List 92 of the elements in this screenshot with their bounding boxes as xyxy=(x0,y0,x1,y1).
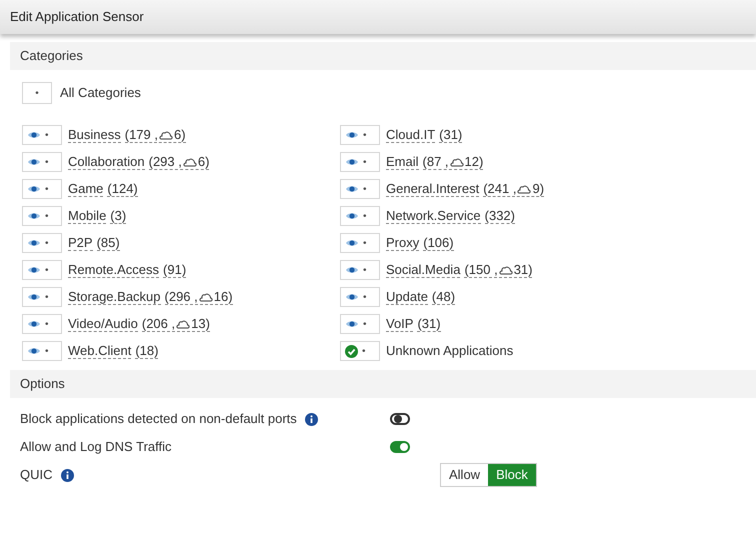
dropdown-marker: • xyxy=(362,344,366,358)
action-dropdown[interactable]: • xyxy=(22,314,62,334)
eye-icon xyxy=(345,157,359,167)
action-dropdown[interactable]: • xyxy=(340,206,380,226)
eye-icon xyxy=(345,265,359,275)
dropdown-marker: • xyxy=(45,128,49,142)
category-label[interactable]: Social.Media (150 , 31) xyxy=(386,262,532,278)
dropdown-marker: • xyxy=(363,128,367,142)
dropdown-marker: • xyxy=(363,156,367,170)
action-dropdown[interactable]: • xyxy=(22,125,62,145)
category-label[interactable]: Cloud.IT (31) xyxy=(386,127,462,143)
dropdown-marker: • xyxy=(363,236,367,250)
check-icon xyxy=(345,344,358,358)
section-title: Categories xyxy=(20,47,83,66)
dropdown-marker: • xyxy=(45,210,49,224)
category-label[interactable]: Web.Client (18) xyxy=(68,343,158,359)
eye-icon xyxy=(27,130,41,140)
dropdown-marker: • xyxy=(363,264,367,278)
action-dropdown[interactable]: • xyxy=(340,287,380,307)
dropdown-marker: • xyxy=(363,210,367,224)
dropdown-marker: • xyxy=(363,318,367,332)
category-label[interactable]: Unknown Applications xyxy=(386,341,514,361)
eye-icon xyxy=(345,130,359,140)
eye-icon xyxy=(345,319,359,329)
dropdown-marker: • xyxy=(363,182,367,196)
action-dropdown[interactable]: • xyxy=(340,341,380,361)
action-dropdown[interactable]: • xyxy=(22,260,62,280)
category-label[interactable]: Collaboration (293 , 6) xyxy=(68,154,210,170)
action-dropdown[interactable]: • xyxy=(340,125,380,145)
category-label[interactable]: Mobile (3) xyxy=(68,208,126,224)
category-label[interactable]: Remote.Access (91) xyxy=(68,262,186,278)
toggle-switch[interactable] xyxy=(390,441,410,453)
eye-icon xyxy=(27,265,41,275)
eye-icon xyxy=(27,346,41,356)
eye-icon xyxy=(27,211,41,221)
eye-icon xyxy=(345,184,359,194)
category-label[interactable]: General.Interest (241 , 9) xyxy=(386,181,544,197)
dropdown-marker: • xyxy=(363,290,367,304)
category-label[interactable]: Storage.Backup (296 , 16) xyxy=(68,289,233,305)
category-label[interactable]: Proxy (106) xyxy=(386,235,454,251)
cloud-icon xyxy=(450,156,464,166)
action-dropdown[interactable]: • xyxy=(340,152,380,172)
cloud-icon xyxy=(159,130,173,140)
category-label[interactable]: Email (87 , 12) xyxy=(386,154,484,170)
dropdown-marker: • xyxy=(45,344,49,358)
option-label: Allow and Log DNS Traffic xyxy=(20,438,172,456)
all-categories-label: All Categories xyxy=(60,84,141,102)
dropdown-marker: • xyxy=(45,182,49,196)
dropdown-marker: • xyxy=(45,318,49,332)
option-label: Block applications detected on non-default ports xyxy=(20,410,297,428)
info-icon[interactable] xyxy=(304,412,318,426)
option-label: QUIC xyxy=(20,466,52,484)
dropdown-marker: • xyxy=(45,236,49,250)
category-label[interactable]: VoIP (31) xyxy=(386,316,441,332)
eye-icon xyxy=(345,211,359,221)
dropdown-marker: • xyxy=(45,290,49,304)
action-dropdown[interactable]: • xyxy=(22,287,62,307)
segment-option[interactable]: Block xyxy=(488,464,536,486)
action-dropdown[interactable]: • xyxy=(22,179,62,199)
cloud-icon xyxy=(198,292,213,302)
action-dropdown[interactable]: • xyxy=(22,233,62,253)
window-title: Edit Application Sensor xyxy=(10,8,144,26)
category-label[interactable]: Network.Service (332) xyxy=(386,208,515,224)
cloud-icon xyxy=(176,318,190,328)
cloud-icon xyxy=(517,184,532,194)
eye-icon xyxy=(27,184,41,194)
all-categories-dropdown[interactable]: • xyxy=(22,82,52,104)
cloud-icon xyxy=(498,264,513,274)
category-label[interactable]: Business (179 , 6) xyxy=(68,127,186,143)
action-dropdown[interactable]: • xyxy=(22,341,62,361)
action-dropdown[interactable]: • xyxy=(340,233,380,253)
eye-icon xyxy=(27,238,41,248)
action-dropdown[interactable]: • xyxy=(22,206,62,226)
category-label[interactable]: Video/Audio (206 , 13) xyxy=(68,316,210,332)
dropdown-marker: • xyxy=(45,264,49,278)
cloud-icon xyxy=(182,156,197,166)
eye-icon xyxy=(345,238,359,248)
eye-icon xyxy=(27,319,41,329)
action-dropdown[interactable]: • xyxy=(22,152,62,172)
action-dropdown[interactable]: • xyxy=(340,314,380,334)
category-label[interactable]: Game (124) xyxy=(68,181,138,197)
info-icon[interactable] xyxy=(60,468,74,482)
toggle-switch[interactable] xyxy=(390,413,410,425)
eye-icon xyxy=(27,292,41,302)
eye-icon xyxy=(345,292,359,302)
eye-icon xyxy=(27,157,41,167)
category-label[interactable]: P2P (85) xyxy=(68,235,120,251)
section-title: Options xyxy=(20,375,65,394)
action-dropdown[interactable]: • xyxy=(340,260,380,280)
dropdown-marker: • xyxy=(45,156,49,170)
action-dropdown[interactable]: • xyxy=(340,179,380,199)
category-label[interactable]: Update (48) xyxy=(386,289,456,305)
